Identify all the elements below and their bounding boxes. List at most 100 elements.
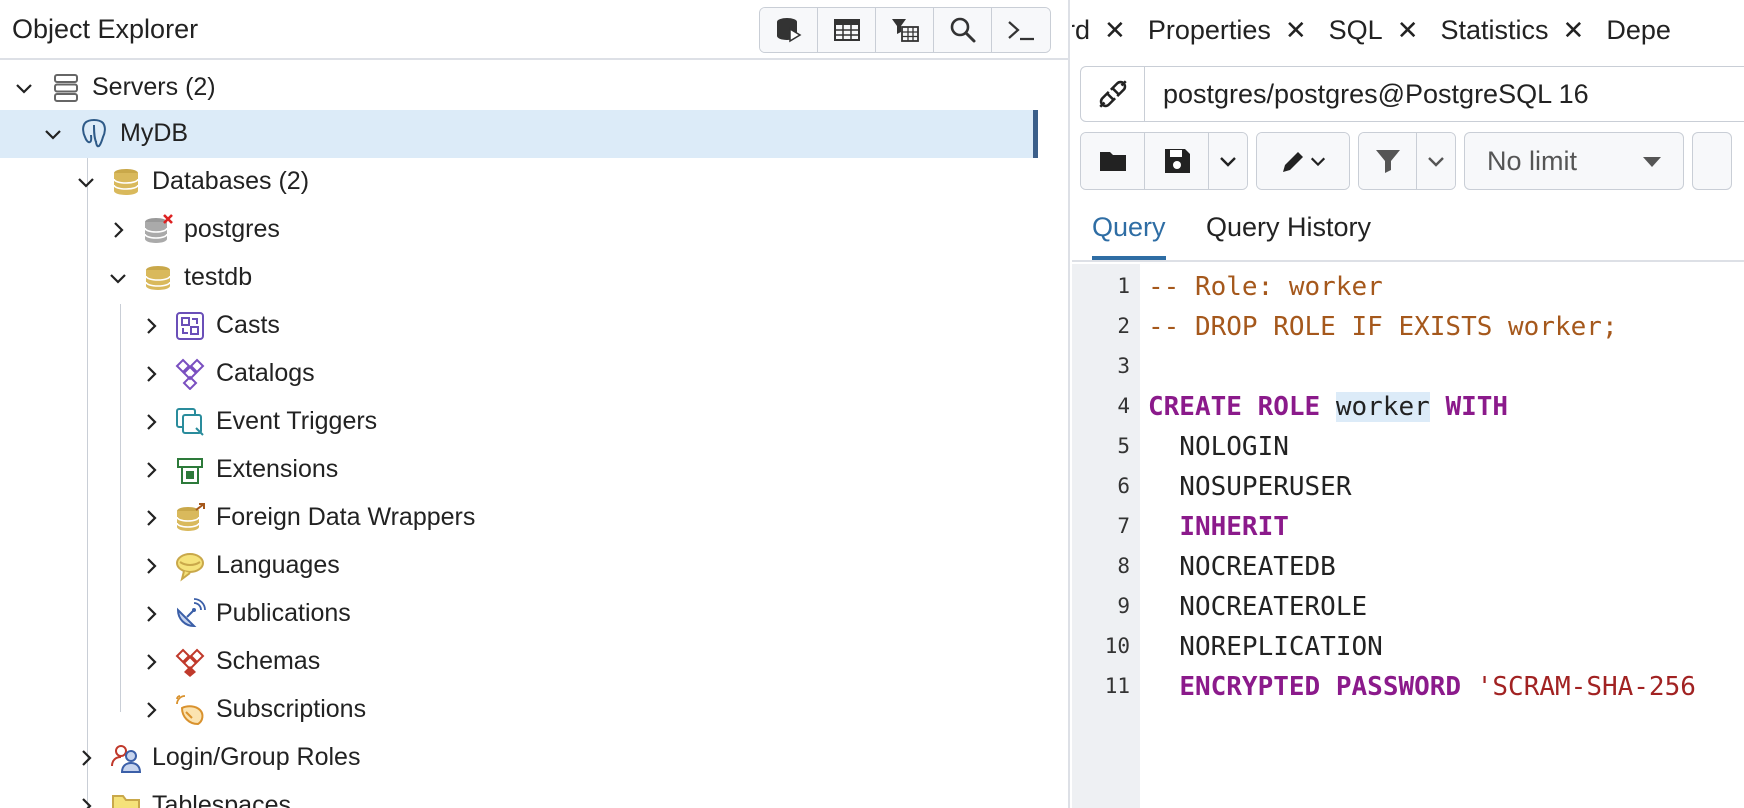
line-number: 3 bbox=[1117, 354, 1130, 378]
code-line: CREATE ROLE worker WITH bbox=[1148, 392, 1509, 422]
pencil-icon bbox=[1283, 152, 1303, 172]
tab-properties[interactable]: Properties ✕ bbox=[1148, 0, 1307, 60]
tab-label: Depe bbox=[1606, 14, 1671, 45]
panel-tab-bar: rd ✕ Properties ✕ SQL ✕ Statistics ✕ Dep… bbox=[1072, 0, 1744, 60]
tab-statistics[interactable]: Statistics ✕ bbox=[1441, 0, 1585, 60]
tree-node-databases[interactable]: Databases (2) bbox=[0, 158, 1038, 206]
tree-node-subscriptions[interactable]: Subscriptions bbox=[0, 686, 1038, 734]
query-tool-button[interactable] bbox=[760, 8, 818, 52]
chevron-right-icon[interactable] bbox=[139, 410, 163, 434]
database-disconnected-icon bbox=[141, 213, 175, 247]
tree-node-extensions[interactable]: Extensions bbox=[0, 446, 1038, 494]
event-triggers-icon bbox=[173, 405, 207, 439]
casts-icon bbox=[173, 309, 207, 343]
chevron-right-icon[interactable] bbox=[106, 218, 130, 242]
query-subtabs: Query Query History bbox=[1072, 200, 1744, 262]
tree-node-label: Subscriptions bbox=[216, 695, 367, 723]
chevron-down-icon[interactable] bbox=[12, 76, 36, 100]
schemas-icon bbox=[173, 645, 207, 679]
tree-node-schemas[interactable]: Schemas bbox=[0, 638, 1038, 686]
filter-options-dropdown[interactable] bbox=[1417, 133, 1455, 189]
tree-node-languages[interactable]: Languages bbox=[0, 542, 1038, 590]
tab-label: SQL bbox=[1328, 14, 1383, 45]
tree-node-foreign-data-wrappers[interactable]: Foreign Data Wrappers bbox=[0, 494, 1038, 542]
tree-node-login-group-roles[interactable]: Login/Group Roles bbox=[0, 734, 1038, 782]
row-limit-select[interactable]: No limit bbox=[1464, 132, 1684, 190]
chevron-right-icon[interactable] bbox=[139, 314, 163, 338]
chevron-down-icon[interactable] bbox=[74, 170, 98, 194]
tree-node-tablespaces[interactable]: Tablespaces bbox=[0, 782, 1038, 808]
filter-button[interactable] bbox=[1359, 133, 1417, 189]
close-icon[interactable]: ✕ bbox=[1397, 15, 1419, 46]
tree-node-label: Publications bbox=[216, 599, 351, 627]
edit-menu-button[interactable] bbox=[1257, 133, 1349, 189]
close-icon[interactable]: ✕ bbox=[1285, 15, 1307, 46]
chevron-right-icon[interactable] bbox=[139, 698, 163, 722]
tab-query-history[interactable]: Query History bbox=[1206, 212, 1371, 260]
connection-bar[interactable]: postgres/postgres@PostgreSQL 16 bbox=[1080, 66, 1744, 122]
chevron-right-icon[interactable] bbox=[139, 458, 163, 482]
sql-editor[interactable]: 1 2 3 4 5 6 7 8 9 10 11 -- Role: worker … bbox=[1072, 264, 1744, 808]
caret-down-icon bbox=[1643, 157, 1661, 167]
close-icon[interactable]: ✕ bbox=[1563, 15, 1585, 46]
tree-node-catalogs[interactable]: Catalogs bbox=[0, 350, 1038, 398]
tree-node-publications[interactable]: Publications bbox=[0, 590, 1038, 638]
tree-node-label: MyDB bbox=[120, 119, 189, 147]
line-number: 7 bbox=[1117, 514, 1130, 538]
login-group-roles-icon bbox=[109, 741, 143, 775]
filtered-rows-button[interactable] bbox=[876, 8, 934, 52]
chevron-down-icon bbox=[1428, 157, 1444, 167]
tab-label: Statistics bbox=[1440, 14, 1549, 45]
chevron-right-icon[interactable] bbox=[139, 362, 163, 386]
search-objects-button[interactable] bbox=[934, 8, 992, 52]
tree-node-label: Catalogs bbox=[216, 359, 315, 387]
subscriptions-icon bbox=[173, 693, 207, 727]
chevron-right-icon[interactable] bbox=[139, 506, 163, 530]
save-icon bbox=[1164, 149, 1190, 173]
chevron-right-icon[interactable] bbox=[74, 746, 98, 770]
tree-node-label: postgres bbox=[184, 215, 280, 243]
code-line: INHERIT bbox=[1179, 512, 1289, 542]
tree-node-mydb[interactable]: MyDB bbox=[0, 110, 1038, 158]
line-number: 4 bbox=[1117, 394, 1130, 418]
code-line: NOSUPERUSER bbox=[1148, 472, 1352, 502]
languages-icon bbox=[173, 549, 207, 583]
tab-dependencies[interactable]: Depe bbox=[1606, 0, 1671, 60]
object-explorer-header: Object Explorer bbox=[0, 0, 1068, 60]
folder-icon bbox=[1099, 152, 1126, 171]
tree-node-casts[interactable]: Casts bbox=[0, 302, 1038, 350]
chevron-right-icon[interactable] bbox=[74, 794, 98, 808]
chevron-right-icon[interactable] bbox=[139, 602, 163, 626]
open-file-button[interactable] bbox=[1081, 133, 1145, 189]
tree-node-testdb[interactable]: testdb bbox=[0, 254, 1038, 302]
databases-icon bbox=[109, 165, 143, 199]
tree-node-label: Casts bbox=[216, 311, 280, 339]
code-line: -- DROP ROLE IF EXISTS worker; bbox=[1148, 312, 1618, 342]
tab-sql[interactable]: SQL ✕ bbox=[1329, 0, 1419, 60]
chevron-down-icon[interactable] bbox=[41, 122, 65, 146]
code-line: NOCREATEDB bbox=[1148, 552, 1336, 582]
tree-node-postgres-db[interactable]: postgres bbox=[0, 206, 1038, 254]
close-icon[interactable]: ✕ bbox=[1104, 15, 1126, 46]
connection-status-button[interactable] bbox=[1081, 67, 1145, 121]
tree-node-label: Servers (2) bbox=[92, 73, 216, 101]
tab-dashboard[interactable]: rd ✕ bbox=[1072, 0, 1126, 60]
chevron-right-icon[interactable] bbox=[139, 650, 163, 674]
code-line: ENCRYPTED PASSWORD 'SCRAM-SHA-256 bbox=[1179, 672, 1696, 702]
execute-button-group[interactable] bbox=[1692, 132, 1732, 190]
tree-node-event-triggers[interactable]: Event Triggers bbox=[0, 398, 1038, 446]
chevron-right-icon[interactable] bbox=[139, 554, 163, 578]
tree-node-servers[interactable]: Servers (2) bbox=[0, 64, 1038, 112]
save-options-dropdown[interactable] bbox=[1209, 133, 1247, 189]
database-icon bbox=[141, 261, 175, 295]
save-file-button[interactable] bbox=[1145, 133, 1209, 189]
chevron-down-icon[interactable] bbox=[106, 266, 130, 290]
filter-icon bbox=[1375, 150, 1400, 173]
code-line: -- Role: worker bbox=[1148, 272, 1383, 302]
tree-node-label: Schemas bbox=[216, 647, 321, 675]
psql-tool-button[interactable] bbox=[992, 8, 1050, 52]
view-data-icon bbox=[833, 19, 860, 41]
tab-query[interactable]: Query bbox=[1092, 212, 1166, 260]
view-data-button[interactable] bbox=[818, 8, 876, 52]
catalogs-icon bbox=[173, 357, 207, 391]
